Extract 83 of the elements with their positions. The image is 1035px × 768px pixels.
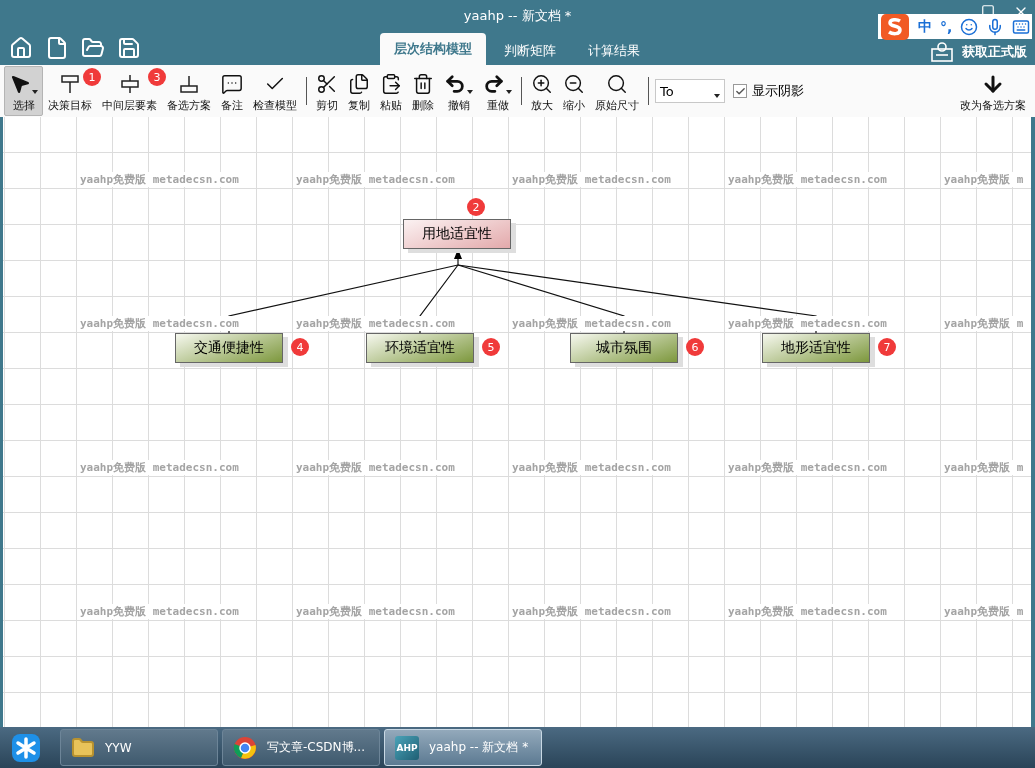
node-label: 地形适宜性 bbox=[781, 339, 851, 357]
canvas-watermark: yaahp免费版 metadecsn.com bbox=[80, 460, 239, 475]
ime-logo-icon[interactable] bbox=[880, 12, 910, 41]
canvas-watermark: yaahp免费版 metadecsn.com bbox=[512, 172, 671, 187]
note-tool-button[interactable]: 备注 bbox=[216, 66, 248, 116]
paste-icon bbox=[380, 73, 402, 95]
canvas-watermark: yaahp免费版 metadecsn.com bbox=[728, 172, 887, 187]
caret-icon bbox=[467, 90, 473, 94]
scissors-icon bbox=[316, 73, 338, 95]
check-model-tool-button[interactable]: 检查模型 bbox=[248, 66, 302, 116]
browser-icon bbox=[233, 735, 257, 760]
canvas-watermark: yaahp免费版 m bbox=[944, 604, 1024, 619]
annotation-badge: 1 bbox=[83, 68, 101, 86]
canvas-watermark: yaahp免费版 metadecsn.com bbox=[80, 172, 239, 187]
undo-tool-button[interactable]: 撤销 bbox=[439, 66, 478, 116]
tab[interactable]: 层次结构模型 bbox=[380, 33, 486, 65]
canvas-watermark: yaahp免费版 metadecsn.com bbox=[512, 604, 671, 619]
checkbox[interactable] bbox=[733, 84, 747, 98]
alternative-node-icon bbox=[178, 73, 200, 95]
goal-node-icon bbox=[59, 73, 81, 95]
keyboard-icon[interactable] bbox=[1012, 17, 1031, 36]
emoji-icon[interactable] bbox=[960, 17, 979, 36]
redo-tool-button[interactable]: 重做 bbox=[478, 66, 517, 116]
annotation-badge: 6 bbox=[686, 338, 704, 356]
magnifier-icon bbox=[606, 73, 628, 95]
node-label: 用地适宜性 bbox=[422, 225, 492, 243]
canvas-watermark: yaahp免费版 m bbox=[944, 316, 1024, 331]
select-tool-button[interactable]: 选择 bbox=[4, 66, 43, 116]
node-label: 交通便捷性 bbox=[194, 339, 264, 357]
annotation-badge: 7 bbox=[878, 338, 896, 356]
node-label: 城市氛围 bbox=[596, 339, 652, 357]
app-icon: AHP bbox=[395, 735, 419, 760]
font-select[interactable]: To bbox=[655, 79, 725, 103]
punctuation-mode[interactable]: °, bbox=[940, 18, 953, 35]
tab[interactable]: 判断矩阵 bbox=[490, 37, 570, 65]
canvas-watermark: yaahp免费版 metadecsn.com bbox=[728, 460, 887, 475]
canvas-watermark: yaahp免费版 metadecsn.com bbox=[296, 460, 455, 475]
checkbox-label[interactable]: 显示阴影 bbox=[752, 82, 804, 100]
convert-to-alternative-button[interactable]: 改为备选方案 bbox=[955, 66, 1031, 116]
canvas-watermark: yaahp免费版 metadecsn.com bbox=[512, 460, 671, 475]
tab[interactable]: 计算结果 bbox=[574, 37, 654, 65]
comment-icon bbox=[221, 73, 243, 95]
undo-icon bbox=[444, 73, 466, 95]
copy-tool-button[interactable]: 复制 bbox=[343, 66, 375, 116]
caret-icon bbox=[714, 94, 720, 98]
canvas-watermark: yaahp免费版 metadecsn.com bbox=[296, 604, 455, 619]
middle-node-icon bbox=[118, 73, 141, 95]
caret-icon bbox=[32, 90, 38, 94]
folder-icon bbox=[71, 735, 95, 760]
annotation-badge: 5 bbox=[482, 338, 500, 356]
taskbar-button[interactable]: YYW bbox=[60, 729, 218, 766]
canvas-watermark: yaahp免费版 m bbox=[944, 172, 1024, 187]
taskbar-button[interactable]: AHP yaahp -- 新文档 * bbox=[384, 729, 542, 766]
zoom-in-tool-button[interactable]: 放大 bbox=[526, 66, 558, 116]
canvas-watermark: yaahp免费版 metadecsn.com bbox=[80, 604, 239, 619]
actual-size-tool-button[interactable]: 原始尺寸 bbox=[590, 66, 644, 116]
canvas-watermark: yaahp免费版 m bbox=[944, 460, 1024, 475]
canvas-watermark: yaahp免费版 metadecsn.com bbox=[728, 316, 887, 331]
annotation-badge: 2 bbox=[467, 198, 485, 216]
pointer-icon bbox=[9, 73, 31, 95]
zoom-in-icon bbox=[531, 73, 553, 95]
copy-icon bbox=[348, 73, 370, 95]
paste-tool-button[interactable]: 粘贴 bbox=[375, 66, 407, 116]
zoom-out-icon bbox=[563, 73, 585, 95]
cut-tool-button[interactable]: 剪切 bbox=[311, 66, 343, 116]
window-title: yaahp -- 新文档 * bbox=[463, 7, 572, 25]
canvas-watermark: yaahp免费版 metadecsn.com bbox=[512, 316, 671, 331]
delete-tool-button[interactable]: 删除 bbox=[407, 66, 439, 116]
annotation-badge: 3 bbox=[148, 68, 166, 86]
ime-mode[interactable]: 中 bbox=[918, 17, 932, 36]
trash-icon bbox=[412, 73, 434, 95]
annotation-badge: 4 bbox=[291, 338, 309, 356]
certificate-icon bbox=[930, 41, 954, 63]
redo-icon bbox=[483, 73, 505, 95]
canvas-watermark: yaahp免费版 metadecsn.com bbox=[296, 172, 455, 187]
canvas-watermark: yaahp免费版 metadecsn.com bbox=[296, 316, 455, 331]
canvas-watermark: yaahp免费版 metadecsn.com bbox=[728, 604, 887, 619]
node-label: 环境适宜性 bbox=[385, 339, 455, 357]
zoom-out-tool-button[interactable]: 缩小 bbox=[558, 66, 590, 116]
canvas-watermark: yaahp免费版 metadecsn.com bbox=[80, 316, 239, 331]
taskbar-button[interactable]: 写文章-CSDN博... bbox=[222, 729, 380, 766]
caret-icon bbox=[506, 90, 512, 94]
get-full-version-button[interactable]: 获取正式版 bbox=[930, 41, 1027, 63]
